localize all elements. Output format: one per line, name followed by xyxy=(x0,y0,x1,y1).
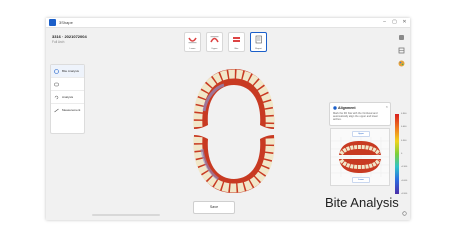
minimize-button[interactable]: – xyxy=(382,19,387,25)
tool-bite-label: Bite xyxy=(234,48,239,50)
bite-preview: Upper Lower xyxy=(330,128,390,186)
left-item-label: Measurement xyxy=(62,108,81,112)
title-bar: 3Shape – ▢ ✕ xyxy=(46,18,410,28)
close-icon[interactable]: × xyxy=(386,104,388,109)
measurement-icon xyxy=(54,108,59,112)
left-item-analysis[interactable]: Analysis xyxy=(51,91,84,104)
app-name: 3Shape xyxy=(59,19,73,25)
alignment-description: Mark the 3D bite with the Occlusal and a… xyxy=(333,112,378,122)
color-palette-icon[interactable] xyxy=(398,60,405,67)
caption: Bite Analysis xyxy=(325,195,399,210)
view-cube-icon[interactable] xyxy=(398,34,405,41)
scale-label: 0.600 xyxy=(401,126,407,129)
top-toolbar: Lower Upper Bite Report xyxy=(184,32,267,52)
tool-lower-label: Lower xyxy=(189,48,196,50)
scale-label: 0.900 xyxy=(401,113,407,115)
layers-icon[interactable] xyxy=(398,47,405,54)
save-button[interactable]: Save xyxy=(193,201,235,214)
case-subtitle: Full Arch xyxy=(52,40,65,44)
tooth-icon xyxy=(54,82,59,86)
tool-upper-label: Upper xyxy=(211,48,218,50)
tool-bite[interactable]: Bite xyxy=(228,32,245,52)
close-button[interactable]: ✕ xyxy=(402,19,407,25)
case-id: 3316 · 2021072004 xyxy=(52,34,87,39)
scale-label: -0.900 xyxy=(401,192,408,195)
left-item-label: Bite Analysis xyxy=(62,69,80,73)
color-scale-labels: 0.900 0.600 0.300 0 -0.300 -0.600 -0.900 xyxy=(401,113,407,195)
bite-analysis-icon xyxy=(54,68,59,74)
left-panel: Bite Analysis Analysis Measurement xyxy=(50,64,85,134)
lower-arch-icon xyxy=(188,37,197,44)
app-logo-icon xyxy=(49,19,56,26)
upper-arch xyxy=(193,69,275,129)
report-icon xyxy=(255,35,262,44)
tool-lower[interactable]: Lower xyxy=(184,32,201,52)
tool-report[interactable]: Report xyxy=(250,32,267,52)
lower-arch xyxy=(193,135,275,193)
settings-icon[interactable] xyxy=(402,211,407,216)
upper-arch-icon xyxy=(210,36,219,43)
left-item-bite-analysis[interactable]: Bite Analysis xyxy=(51,65,84,78)
bite-icon xyxy=(233,37,240,42)
analysis-icon xyxy=(54,95,59,99)
scale-label: -0.300 xyxy=(401,166,408,169)
alignment-title: Alignment xyxy=(338,106,356,110)
tool-report-label: Report xyxy=(255,48,262,50)
maximize-button[interactable]: ▢ xyxy=(392,19,397,25)
right-toolbar xyxy=(398,34,405,67)
progress-track xyxy=(92,214,160,216)
left-item-label: Analysis xyxy=(62,95,74,99)
window-controls: – ▢ ✕ xyxy=(382,19,407,25)
app-window: 3Shape – ▢ ✕ 3316 · 2021072004 Full Arch… xyxy=(46,18,410,220)
scale-label: 0.300 xyxy=(401,139,407,142)
lower-button[interactable]: Lower xyxy=(352,177,370,183)
scale-label: 0 xyxy=(401,152,403,155)
alignment-panel: Alignment × Mark the 3D bite with the Oc… xyxy=(329,102,391,126)
scale-label: -0.600 xyxy=(401,179,408,182)
tool-upper[interactable]: Upper xyxy=(206,32,223,52)
left-item-measurement[interactable]: Measurement xyxy=(51,104,84,116)
dental-arches-view[interactable] xyxy=(188,67,280,195)
left-item-tooth[interactable] xyxy=(51,78,84,91)
color-scale-bar xyxy=(395,114,399,194)
info-icon xyxy=(333,106,337,110)
